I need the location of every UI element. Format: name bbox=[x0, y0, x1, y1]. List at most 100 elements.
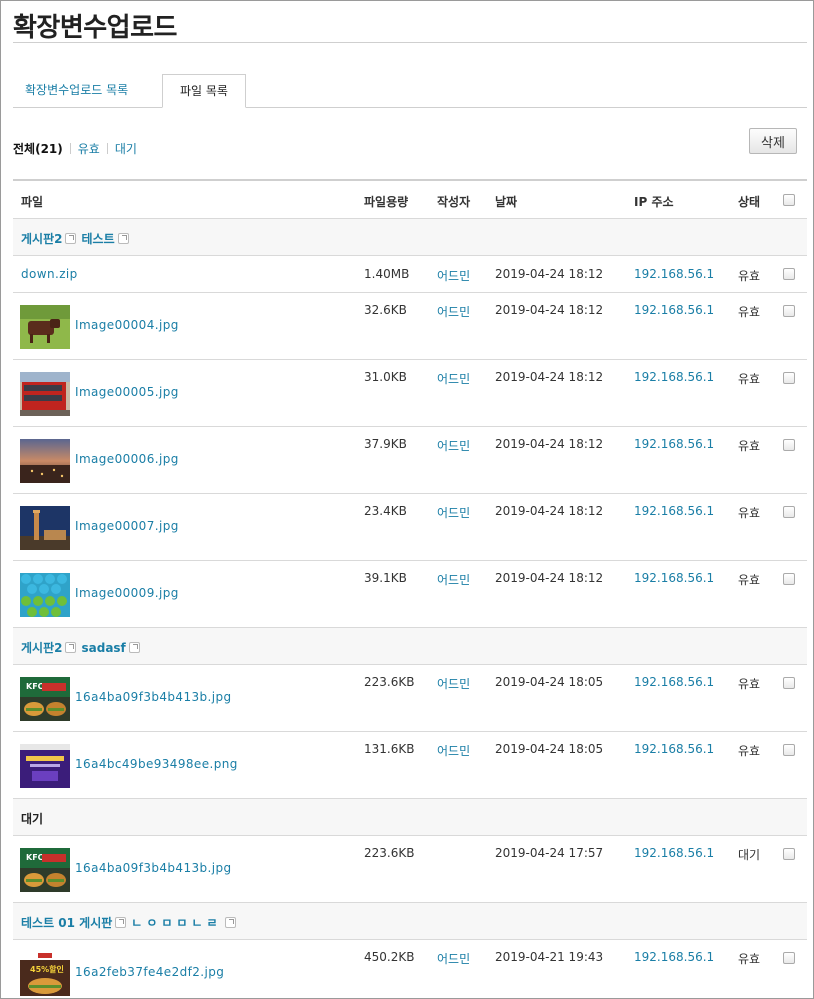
status-text: 유효 bbox=[738, 952, 761, 966]
ip-address-link[interactable]: 192.168.56.1 bbox=[634, 370, 714, 384]
author-link[interactable]: 어드민 bbox=[437, 437, 470, 454]
file-name-link[interactable]: Image00006.jpg bbox=[75, 452, 179, 466]
table-row: 45%할인 16a2feb37fe4e2df2.jpg 450.2KB 어드민 … bbox=[13, 940, 807, 998]
filter-all[interactable]: 전체(21) bbox=[13, 142, 63, 156]
group-board-link[interactable]: 게시판2 bbox=[21, 232, 62, 246]
row-checkbox[interactable] bbox=[783, 573, 795, 585]
file-name-link[interactable]: Image00009.jpg bbox=[75, 586, 179, 600]
row-checkbox[interactable] bbox=[783, 372, 795, 384]
author-link[interactable]: 어드민 bbox=[437, 370, 470, 387]
file-name-link[interactable]: Image00004.jpg bbox=[75, 318, 179, 332]
group-row: 게시판2 sadasf bbox=[13, 628, 807, 665]
group-post-link[interactable]: ㄴㅇㅁㅁㄴㄹ bbox=[131, 916, 221, 930]
file-size: 1.40MB bbox=[364, 267, 410, 281]
filter-separator bbox=[106, 143, 108, 154]
author-link[interactable]: 어드민 bbox=[437, 742, 470, 759]
table-row: Image00004.jpg 32.6KB 어드민 2019-04-24 18:… bbox=[13, 293, 807, 360]
file-name-link[interactable]: 16a4bc49be93498ee.png bbox=[75, 757, 238, 771]
cow-thumbnail[interactable] bbox=[20, 305, 70, 349]
author-link[interactable]: 어드민 bbox=[437, 504, 470, 521]
row-checkbox[interactable] bbox=[783, 952, 795, 964]
ip-address-link[interactable]: 192.168.56.1 bbox=[634, 437, 714, 451]
row-checkbox[interactable] bbox=[783, 677, 795, 689]
page-frame: 확장변수업로드 확장변수업로드 목록 파일 목록 전체(21) 유효 대기 삭제 파… bbox=[0, 0, 814, 999]
ip-address-link[interactable]: 192.168.56.1 bbox=[634, 303, 714, 317]
delete-button[interactable]: 삭제 bbox=[749, 128, 797, 154]
ip-address-link[interactable]: 192.168.56.1 bbox=[634, 571, 714, 585]
upload-date: 2019-04-24 18:12 bbox=[495, 303, 604, 317]
external-link-icon[interactable] bbox=[115, 917, 127, 928]
status-filter: 전체(21) 유효 대기 bbox=[13, 140, 137, 157]
group-post-link[interactable]: sadasf bbox=[81, 641, 125, 655]
tower-night-thumbnail[interactable] bbox=[20, 506, 70, 550]
tab-bar: 확장변수업로드 목록 파일 목록 bbox=[13, 74, 807, 108]
author-link[interactable]: 어드민 bbox=[437, 950, 470, 967]
header-ip: IP 주소 bbox=[634, 195, 674, 209]
group-board-link[interactable]: 테스트 01 게시판 bbox=[21, 916, 112, 930]
author-link[interactable]: 어드민 bbox=[437, 303, 470, 320]
burger-sale-thumbnail[interactable]: 45%할인 bbox=[20, 952, 70, 996]
file-name-link[interactable]: 16a4ba09f3b4b413b.jpg bbox=[75, 690, 232, 704]
external-link-icon[interactable] bbox=[224, 917, 236, 928]
file-name-link[interactable]: Image00007.jpg bbox=[75, 519, 179, 533]
ip-address-link[interactable]: 192.168.56.1 bbox=[634, 675, 714, 689]
thumbnail-ad-text: KFC bbox=[26, 682, 44, 691]
external-link-icon[interactable] bbox=[117, 233, 129, 244]
external-link-icon[interactable] bbox=[65, 233, 77, 244]
pattern-thumbnail[interactable] bbox=[20, 573, 70, 617]
ip-address-link[interactable]: 192.168.56.1 bbox=[634, 267, 714, 281]
status-text: 유효 bbox=[738, 506, 761, 520]
ip-address-link[interactable]: 192.168.56.1 bbox=[634, 846, 714, 860]
file-name-link[interactable]: 16a4ba09f3b4b413b.jpg bbox=[75, 861, 232, 875]
group-row: 게시판2 테스트 bbox=[13, 219, 807, 256]
filter-waiting[interactable]: 대기 bbox=[115, 142, 137, 156]
ip-address-link[interactable]: 192.168.56.1 bbox=[634, 504, 714, 518]
external-link-icon[interactable] bbox=[128, 642, 140, 653]
table-row: down.zip 1.40MB 어드민 2019-04-24 18:12 192… bbox=[13, 256, 807, 293]
table-row: Image00006.jpg 37.9KB 어드민 2019-04-24 18:… bbox=[13, 427, 807, 494]
header-author: 작성자 bbox=[437, 195, 471, 209]
thumbnail-ad-text: 45%할인 bbox=[30, 964, 64, 974]
bus-thumbnail[interactable] bbox=[20, 372, 70, 416]
upload-date: 2019-04-24 18:12 bbox=[495, 370, 604, 384]
header-file: 파일 bbox=[21, 195, 44, 209]
page-title: 확장변수업로드 bbox=[13, 13, 177, 43]
ip-address-link[interactable]: 192.168.56.1 bbox=[634, 742, 714, 756]
row-checkbox[interactable] bbox=[783, 268, 795, 280]
tab-upload-list[interactable]: 확장변수업로드 목록 bbox=[13, 74, 140, 108]
file-name-link[interactable]: Image00005.jpg bbox=[75, 385, 179, 399]
group-board-link[interactable]: 게시판2 bbox=[21, 641, 62, 655]
group-waiting-label: 대기 bbox=[21, 812, 44, 826]
table-header: 파일 파일용량 작성자 날짜 IP 주소 상태 bbox=[13, 181, 807, 219]
purple-ad-thumbnail[interactable] bbox=[20, 744, 70, 788]
tab-file-list[interactable]: 파일 목록 bbox=[162, 74, 246, 108]
author-link[interactable]: 어드민 bbox=[437, 571, 470, 588]
file-size: 450.2KB bbox=[364, 950, 415, 964]
author-link[interactable]: 어드민 bbox=[437, 267, 470, 284]
row-checkbox[interactable] bbox=[783, 439, 795, 451]
row-checkbox[interactable] bbox=[783, 305, 795, 317]
status-text: 유효 bbox=[738, 439, 761, 453]
external-link-icon[interactable] bbox=[65, 642, 77, 653]
file-name-link[interactable]: down.zip bbox=[21, 267, 78, 281]
file-name-link[interactable]: 16a2feb37fe4e2df2.jpg bbox=[75, 965, 224, 979]
author-link[interactable]: 어드민 bbox=[437, 675, 470, 692]
select-all-checkbox[interactable] bbox=[783, 194, 795, 206]
header-date: 날짜 bbox=[495, 195, 518, 209]
row-checkbox[interactable] bbox=[783, 744, 795, 756]
city-dusk-thumbnail[interactable] bbox=[20, 439, 70, 483]
table-row: KFC 16a4ba09f3b4b413b.jpg 223.6KB 어드민 20… bbox=[13, 665, 807, 732]
table-row: 16a4bc49be93498ee.png 131.6KB 어드민 2019-0… bbox=[13, 732, 807, 799]
group-post-link[interactable]: 테스트 bbox=[81, 232, 114, 246]
kfc-ad-thumbnail[interactable]: KFC bbox=[20, 677, 70, 721]
filter-valid[interactable]: 유효 bbox=[78, 142, 100, 156]
header-status: 상태 bbox=[738, 195, 761, 209]
upload-date: 2019-04-24 18:05 bbox=[495, 742, 604, 756]
row-checkbox[interactable] bbox=[783, 506, 795, 518]
status-text: 유효 bbox=[738, 269, 761, 283]
ip-address-link[interactable]: 192.168.56.1 bbox=[634, 950, 714, 964]
title-divider bbox=[13, 42, 807, 43]
status-text: 유효 bbox=[738, 677, 761, 691]
kfc-ad-thumbnail[interactable]: KFC bbox=[20, 848, 70, 892]
row-checkbox[interactable] bbox=[783, 848, 795, 860]
